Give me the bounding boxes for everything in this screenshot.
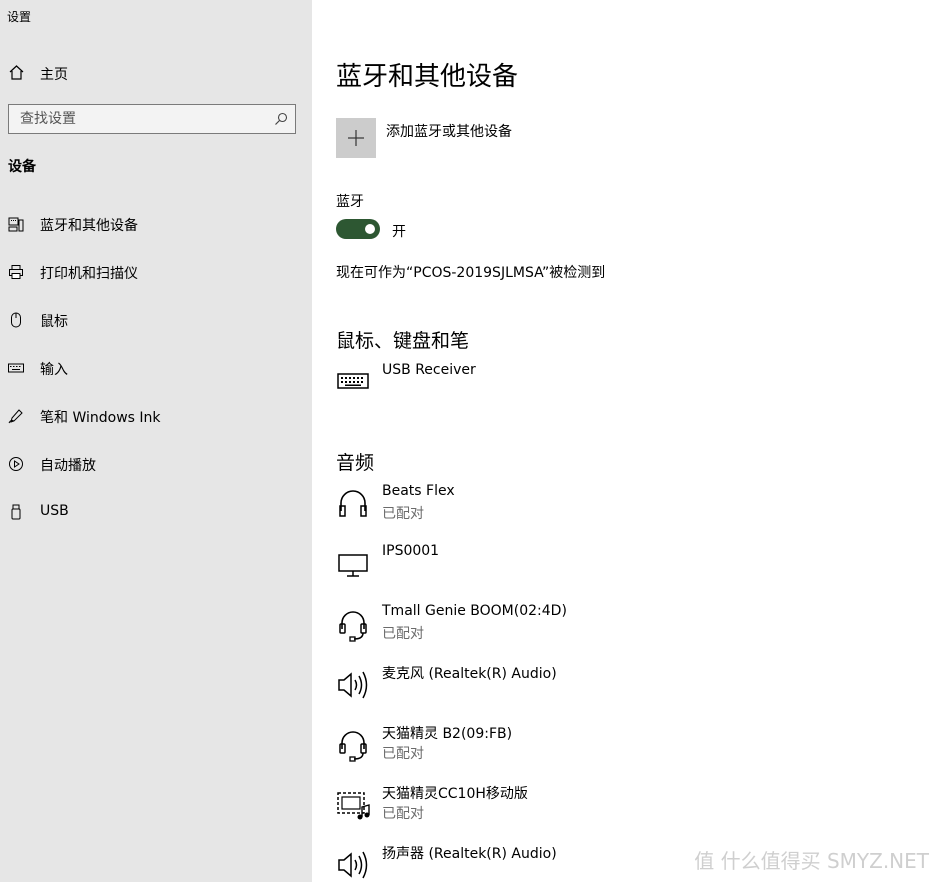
device-name: Tmall Genie BOOM(02:4D): [382, 603, 567, 619]
device-usb-receiver[interactable]: USB Receiver: [336, 362, 836, 412]
sidebar-item-label: 鼠标: [40, 314, 68, 330]
sidebar-item-autoplay[interactable]: 自动播放: [0, 444, 312, 484]
discoverable-text: 现在可作为“PCOS-2019SJLMSA”被检测到: [336, 265, 606, 281]
device-name: Beats Flex: [382, 483, 455, 499]
speaker-icon: [336, 667, 372, 703]
add-device-label: 添加蓝牙或其他设备: [386, 124, 512, 140]
bluetooth-toggle[interactable]: [336, 219, 380, 239]
sidebar-item-label: USB: [40, 503, 69, 519]
keyboard-icon: [336, 366, 372, 402]
sidebar-item-typing[interactable]: 输入: [0, 348, 312, 388]
device-beats-flex[interactable]: Beats Flex 已配对: [336, 483, 836, 533]
main-panel: 蓝牙和其他设备 添加蓝牙或其他设备 蓝牙 开 现在可作为“PCOS-2019SJ…: [312, 0, 937, 882]
sidebar-item-bluetooth[interactable]: 蓝牙和其他设备: [0, 204, 312, 244]
bluetooth-state: 开: [392, 224, 406, 240]
speaker-icon: [336, 847, 372, 882]
sidebar-item-label: 蓝牙和其他设备: [40, 218, 138, 234]
keyboard-icon: [8, 360, 24, 376]
device-microphone[interactable]: 麦克风 (Realtek(R) Audio): [336, 663, 836, 713]
device-status: 已配对: [382, 806, 424, 822]
headphones-icon: [336, 487, 372, 523]
headset-icon: [336, 727, 372, 763]
search-icon[interactable]: [274, 112, 288, 126]
app-title: 设置: [7, 10, 32, 24]
device-name: 扬声器 (Realtek(R) Audio): [382, 846, 557, 862]
toggle-knob: [365, 224, 375, 234]
page-title: 蓝牙和其他设备: [336, 62, 519, 92]
printer-icon: [8, 264, 24, 280]
device-status: 已配对: [382, 506, 424, 522]
nav-home[interactable]: 主页: [0, 56, 312, 90]
device-name: USB Receiver: [382, 362, 476, 378]
group-title-audio: 音频: [336, 452, 375, 474]
add-device-button[interactable]: 添加蓝牙或其他设备: [336, 118, 636, 160]
bluetooth-label: 蓝牙: [336, 194, 364, 210]
sidebar-item-label: 输入: [40, 362, 68, 378]
device-status: 已配对: [382, 626, 424, 642]
sidebar-item-label: 笔和 Windows Ink: [40, 410, 161, 426]
search-box[interactable]: [8, 104, 296, 134]
media-player-icon: [336, 787, 372, 823]
plus-icon: [336, 118, 376, 158]
device-name: IPS0001: [382, 543, 440, 559]
sidebar: 设置 主页 设备 蓝牙和其他设备 打印机和扫描仪 鼠标 输入: [0, 0, 312, 882]
mouse-icon: [8, 312, 24, 328]
section-title: 设备: [8, 159, 36, 175]
nav-home-label: 主页: [40, 67, 68, 83]
device-status: 已配对: [382, 746, 424, 762]
sidebar-item-pen[interactable]: 笔和 Windows Ink: [0, 396, 312, 436]
usb-icon: [8, 504, 24, 520]
device-name: 天猫精灵 B2(09:FB): [382, 726, 513, 742]
group-title-input: 鼠标、键盘和笔: [336, 330, 470, 352]
device-tmall-genie-cc10h[interactable]: 天猫精灵CC10H移动版 已配对: [336, 783, 836, 833]
device-tmall-genie-b2[interactable]: 天猫精灵 B2(09:FB) 已配对: [336, 723, 836, 773]
autoplay-icon: [8, 456, 24, 472]
home-icon: [8, 64, 25, 81]
device-tmall-genie-boom[interactable]: Tmall Genie BOOM(02:4D) 已配对: [336, 603, 836, 653]
pen-icon: [8, 408, 24, 424]
device-name: 麦克风 (Realtek(R) Audio): [382, 666, 557, 682]
headset-icon: [336, 607, 372, 643]
device-ips0001[interactable]: IPS0001: [336, 543, 836, 593]
bluetooth-devices-icon: [8, 216, 24, 232]
sidebar-item-printers[interactable]: 打印机和扫描仪: [0, 252, 312, 292]
sidebar-item-mouse[interactable]: 鼠标: [0, 300, 312, 340]
search-input[interactable]: [9, 105, 269, 133]
sidebar-item-label: 自动播放: [40, 458, 96, 474]
sidebar-item-label: 打印机和扫描仪: [40, 266, 138, 282]
monitor-icon: [336, 547, 372, 583]
watermark: 值 什么值得买 SMYZ.NET: [694, 849, 929, 873]
device-name: 天猫精灵CC10H移动版: [382, 786, 528, 802]
sidebar-item-usb[interactable]: USB: [0, 492, 312, 532]
